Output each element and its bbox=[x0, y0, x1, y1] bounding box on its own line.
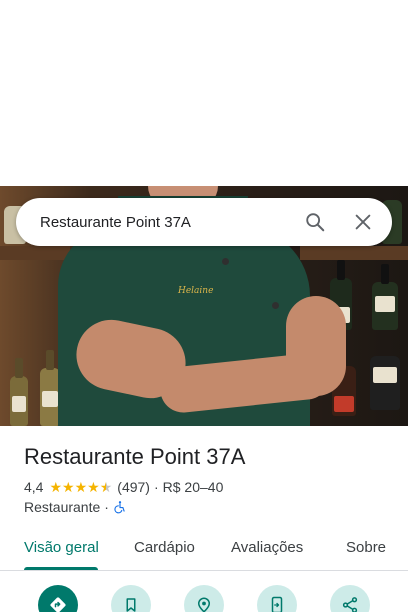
search-input[interactable]: Restaurante Point 37A bbox=[40, 214, 392, 231]
arm bbox=[286, 296, 346, 396]
review-count[interactable]: (497) bbox=[117, 479, 150, 495]
directions-icon bbox=[50, 597, 66, 612]
uniform-button bbox=[272, 302, 279, 309]
star-icon: ★ bbox=[62, 479, 75, 495]
price-range: R$ 20–40 bbox=[162, 479, 224, 495]
star-icon: ★ bbox=[74, 479, 88, 495]
place-tabs: Visão geral Cardápio Avaliações Sobre bbox=[0, 530, 408, 571]
star-half-icon: ★ bbox=[99, 479, 113, 495]
wheelchair-accessible-icon bbox=[114, 501, 125, 514]
tab-about[interactable]: Sobre bbox=[346, 539, 386, 556]
bottle bbox=[10, 358, 28, 426]
place-title: Restaurante Point 37A bbox=[24, 444, 246, 469]
bottle bbox=[40, 350, 60, 426]
active-tab-indicator bbox=[24, 567, 98, 570]
star-icon: ★ bbox=[87, 479, 100, 495]
bookmark-icon bbox=[126, 598, 136, 612]
uniform-embroidery: Helaine bbox=[178, 286, 214, 296]
action-buttons bbox=[0, 585, 408, 612]
nearby-button[interactable] bbox=[184, 585, 224, 612]
bottle bbox=[372, 264, 398, 330]
tab-overview[interactable]: Visão geral bbox=[24, 539, 99, 556]
place-category[interactable]: Restaurante bbox=[24, 499, 100, 515]
rating-value: 4,4 bbox=[24, 479, 44, 495]
share-button[interactable] bbox=[330, 585, 370, 612]
uniform-button bbox=[222, 258, 229, 265]
share-icon bbox=[342, 597, 358, 612]
bottle bbox=[370, 356, 400, 410]
map-area-blank bbox=[0, 0, 408, 186]
save-button[interactable] bbox=[111, 585, 151, 612]
category-row: Restaurante · bbox=[24, 499, 127, 515]
tab-reviews[interactable]: Avaliações bbox=[231, 539, 303, 556]
rating-stars: ★ ★ ★ ★ ★ bbox=[49, 480, 112, 494]
directions-button[interactable] bbox=[38, 585, 78, 612]
star-icon: ★ bbox=[49, 479, 63, 495]
nearby-icon bbox=[197, 597, 211, 612]
separator: · bbox=[153, 479, 159, 495]
close-icon[interactable] bbox=[352, 211, 374, 233]
search-icon[interactable] bbox=[304, 211, 326, 233]
tab-menu[interactable]: Cardápio bbox=[134, 539, 195, 556]
shelf bbox=[0, 246, 70, 260]
search-bar[interactable]: Restaurante Point 37A bbox=[16, 198, 392, 246]
send-to-phone-icon bbox=[271, 596, 283, 612]
shelf bbox=[300, 246, 408, 260]
send-to-phone-button[interactable] bbox=[257, 585, 297, 612]
separator: · bbox=[104, 499, 109, 515]
rating-row: 4,4 ★ ★ ★ ★ ★ (497) · R$ 20–40 bbox=[24, 479, 223, 495]
